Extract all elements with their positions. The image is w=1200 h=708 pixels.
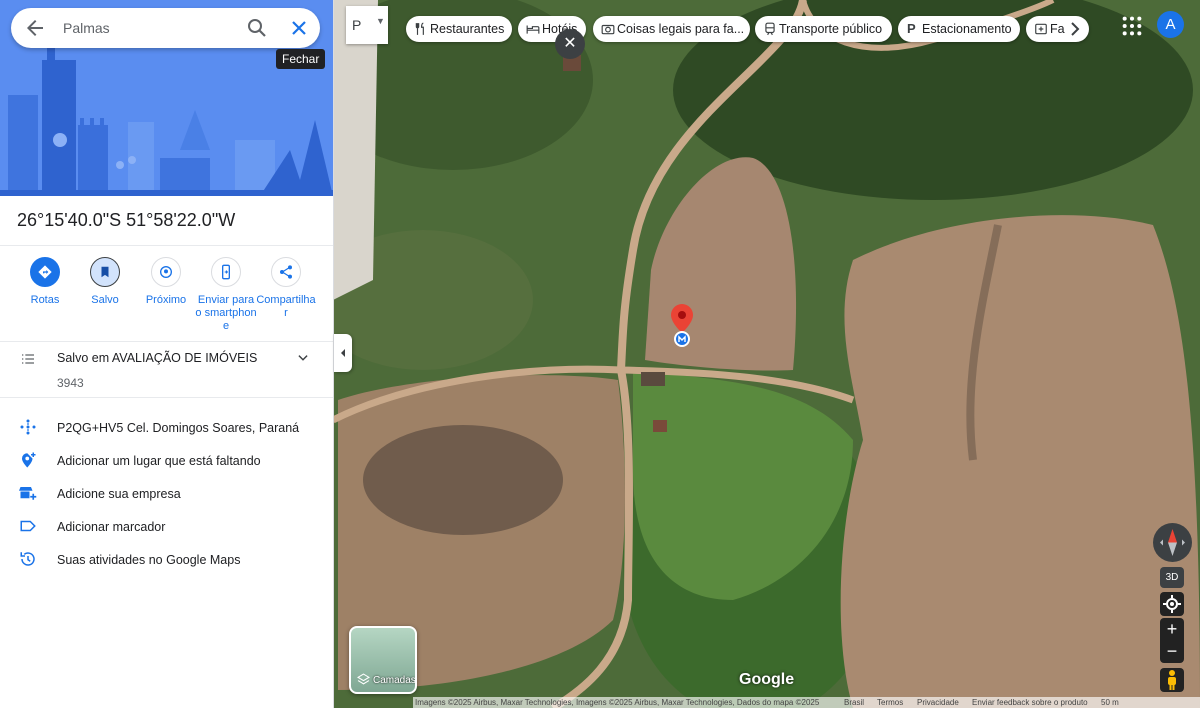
3d-toggle-button[interactable]: 3D — [1160, 567, 1184, 588]
collapse-panel-button[interactable] — [334, 334, 352, 372]
back-arrow-icon[interactable] — [23, 16, 47, 40]
add-label-text: Adicionar marcador — [57, 520, 166, 534]
add-business-row[interactable]: Adicione sua empresa — [0, 481, 333, 514]
search-icon[interactable] — [245, 16, 269, 40]
layers-button[interactable]: Camadas — [349, 626, 417, 694]
transit-icon — [765, 22, 775, 36]
send-to-phone-label: Enviar para o smartphone — [195, 294, 257, 332]
terms-link[interactable]: Termos — [877, 697, 903, 708]
hotel-icon — [526, 25, 540, 34]
chip-label: Transporte público — [779, 22, 883, 36]
place-coordinates: 26°15'40.0"S 51°58'22.0"W — [17, 210, 236, 230]
saved-list-row[interactable]: Salvo em AVALIAÇÃO DE IMÓVEIS 3943 — [0, 342, 333, 397]
chip-restaurants[interactable]: Restaurantes — [406, 16, 512, 42]
activity-row[interactable]: Suas atividades no Google Maps — [0, 547, 333, 580]
place-info-list: P2QG+HV5 Cel. Domingos Soares, Paraná Ad… — [0, 415, 333, 580]
send-to-phone-button[interactable]: Enviar para o smartphone — [195, 257, 257, 333]
saved-label: Salvo — [91, 294, 119, 306]
chip-label: Estacionamento — [922, 22, 1012, 36]
location-pin-icon[interactable] — [670, 304, 694, 348]
layers-icon — [357, 673, 370, 685]
imagery-attribution: Imagens ©2025 Airbus, Maxar Technologies… — [415, 698, 820, 707]
plus-code-icon — [20, 419, 36, 435]
plus-code-text: P2QG+HV5 Cel. Domingos Soares, Paraná — [57, 421, 300, 435]
chevron-down-icon[interactable] — [296, 351, 310, 365]
account-avatar[interactable]: A — [1157, 11, 1184, 38]
pegman-icon — [1168, 670, 1176, 690]
search-box[interactable]: Palmas — [11, 8, 320, 48]
directions-icon — [38, 265, 52, 279]
add-place-row[interactable]: Adicionar um lugar que está faltando — [0, 448, 333, 481]
place-panel: Palmas Fechar 26°15'40.0"S 51°58'22.0"W … — [0, 0, 334, 708]
google-logo: Google — [739, 671, 795, 688]
travel-mode-label: P — [352, 17, 362, 33]
add-business-text: Adicione sua empresa — [57, 487, 181, 501]
label-icon — [20, 520, 36, 532]
feedback-link[interactable]: Enviar feedback sobre o produto — [972, 697, 1088, 708]
compass-button[interactable] — [1153, 523, 1192, 562]
send-to-phone-icon — [222, 264, 230, 280]
add-business-icon — [19, 487, 37, 500]
bookmark-icon — [101, 266, 109, 278]
my-location-button[interactable] — [1160, 592, 1184, 616]
add-place-icon — [22, 452, 36, 468]
directions-label: Rotas — [30, 294, 60, 306]
camera-icon — [601, 24, 615, 35]
chip-things-to-do[interactable]: Coisas legais para fa... — [593, 16, 750, 42]
travel-mode-button[interactable]: P ▼ — [346, 6, 388, 44]
privacy-link[interactable]: Privacidade — [917, 697, 959, 708]
share-button[interactable]: Compartilhar — [255, 257, 317, 320]
close-icon[interactable] — [287, 16, 311, 40]
add-label-row[interactable]: Adicionar marcador — [0, 514, 333, 547]
chip-label: Coisas legais para fa... — [617, 22, 745, 36]
search-input[interactable]: Palmas — [63, 20, 110, 36]
action-buttons: Rotas Salvo Próximo Enviar para o smartp… — [14, 257, 324, 337]
chevron-right-icon[interactable] — [1063, 16, 1087, 42]
nearby-icon — [160, 266, 172, 278]
share-label: Compartilhar — [256, 294, 316, 319]
street-view-pegman-button[interactable] — [1160, 668, 1184, 692]
close-tooltip: Fechar — [276, 49, 326, 69]
nearby-button[interactable]: Próximo — [135, 257, 197, 307]
satellite-map[interactable] — [333, 0, 1200, 708]
zoom-out-button[interactable]: − — [1160, 642, 1184, 663]
add-place-text: Adicionar um lugar que está faltando — [57, 454, 261, 468]
parking-icon: P — [907, 21, 916, 36]
nearby-label: Próximo — [145, 294, 187, 306]
list-icon — [22, 354, 34, 364]
divider — [0, 397, 333, 398]
divider — [0, 245, 333, 246]
satellite-imagery — [333, 0, 1200, 708]
chip-transit[interactable]: Transporte público — [755, 16, 892, 42]
caret-down-icon: ▼ — [376, 16, 385, 26]
apps-grid-icon[interactable] — [1121, 15, 1143, 37]
compass-icon — [1160, 529, 1185, 556]
activity-text: Suas atividades no Google Maps — [57, 553, 241, 567]
my-location-icon — [1163, 595, 1181, 613]
scale-bar-label[interactable]: 50 m — [1101, 697, 1119, 708]
chip-parking[interactable]: P Estacionamento — [898, 16, 1020, 42]
plus-code-row[interactable]: P2QG+HV5 Cel. Domingos Soares, Paraná — [0, 415, 333, 448]
dismiss-button[interactable]: ✕ — [555, 29, 585, 59]
chip-label: Restaurantes — [430, 22, 505, 36]
country-link[interactable]: Brasil — [844, 697, 864, 708]
chevron-left-icon — [341, 349, 345, 357]
saved-list-count: 3943 — [57, 376, 84, 390]
history-icon — [20, 552, 35, 566]
directions-button[interactable]: Rotas — [14, 257, 76, 307]
zoom-in-button[interactable]: + — [1160, 618, 1184, 642]
restaurant-icon — [415, 22, 424, 35]
map-footer: Imagens ©2025 Airbus, Maxar Technologies… — [413, 697, 1200, 708]
saved-list-label: Salvo em AVALIAÇÃO DE IMÓVEIS — [57, 351, 258, 365]
share-icon — [280, 265, 292, 279]
pharmacy-icon — [1035, 23, 1047, 35]
saved-button[interactable]: Salvo — [74, 257, 136, 307]
layers-label: Camadas — [373, 675, 416, 686]
